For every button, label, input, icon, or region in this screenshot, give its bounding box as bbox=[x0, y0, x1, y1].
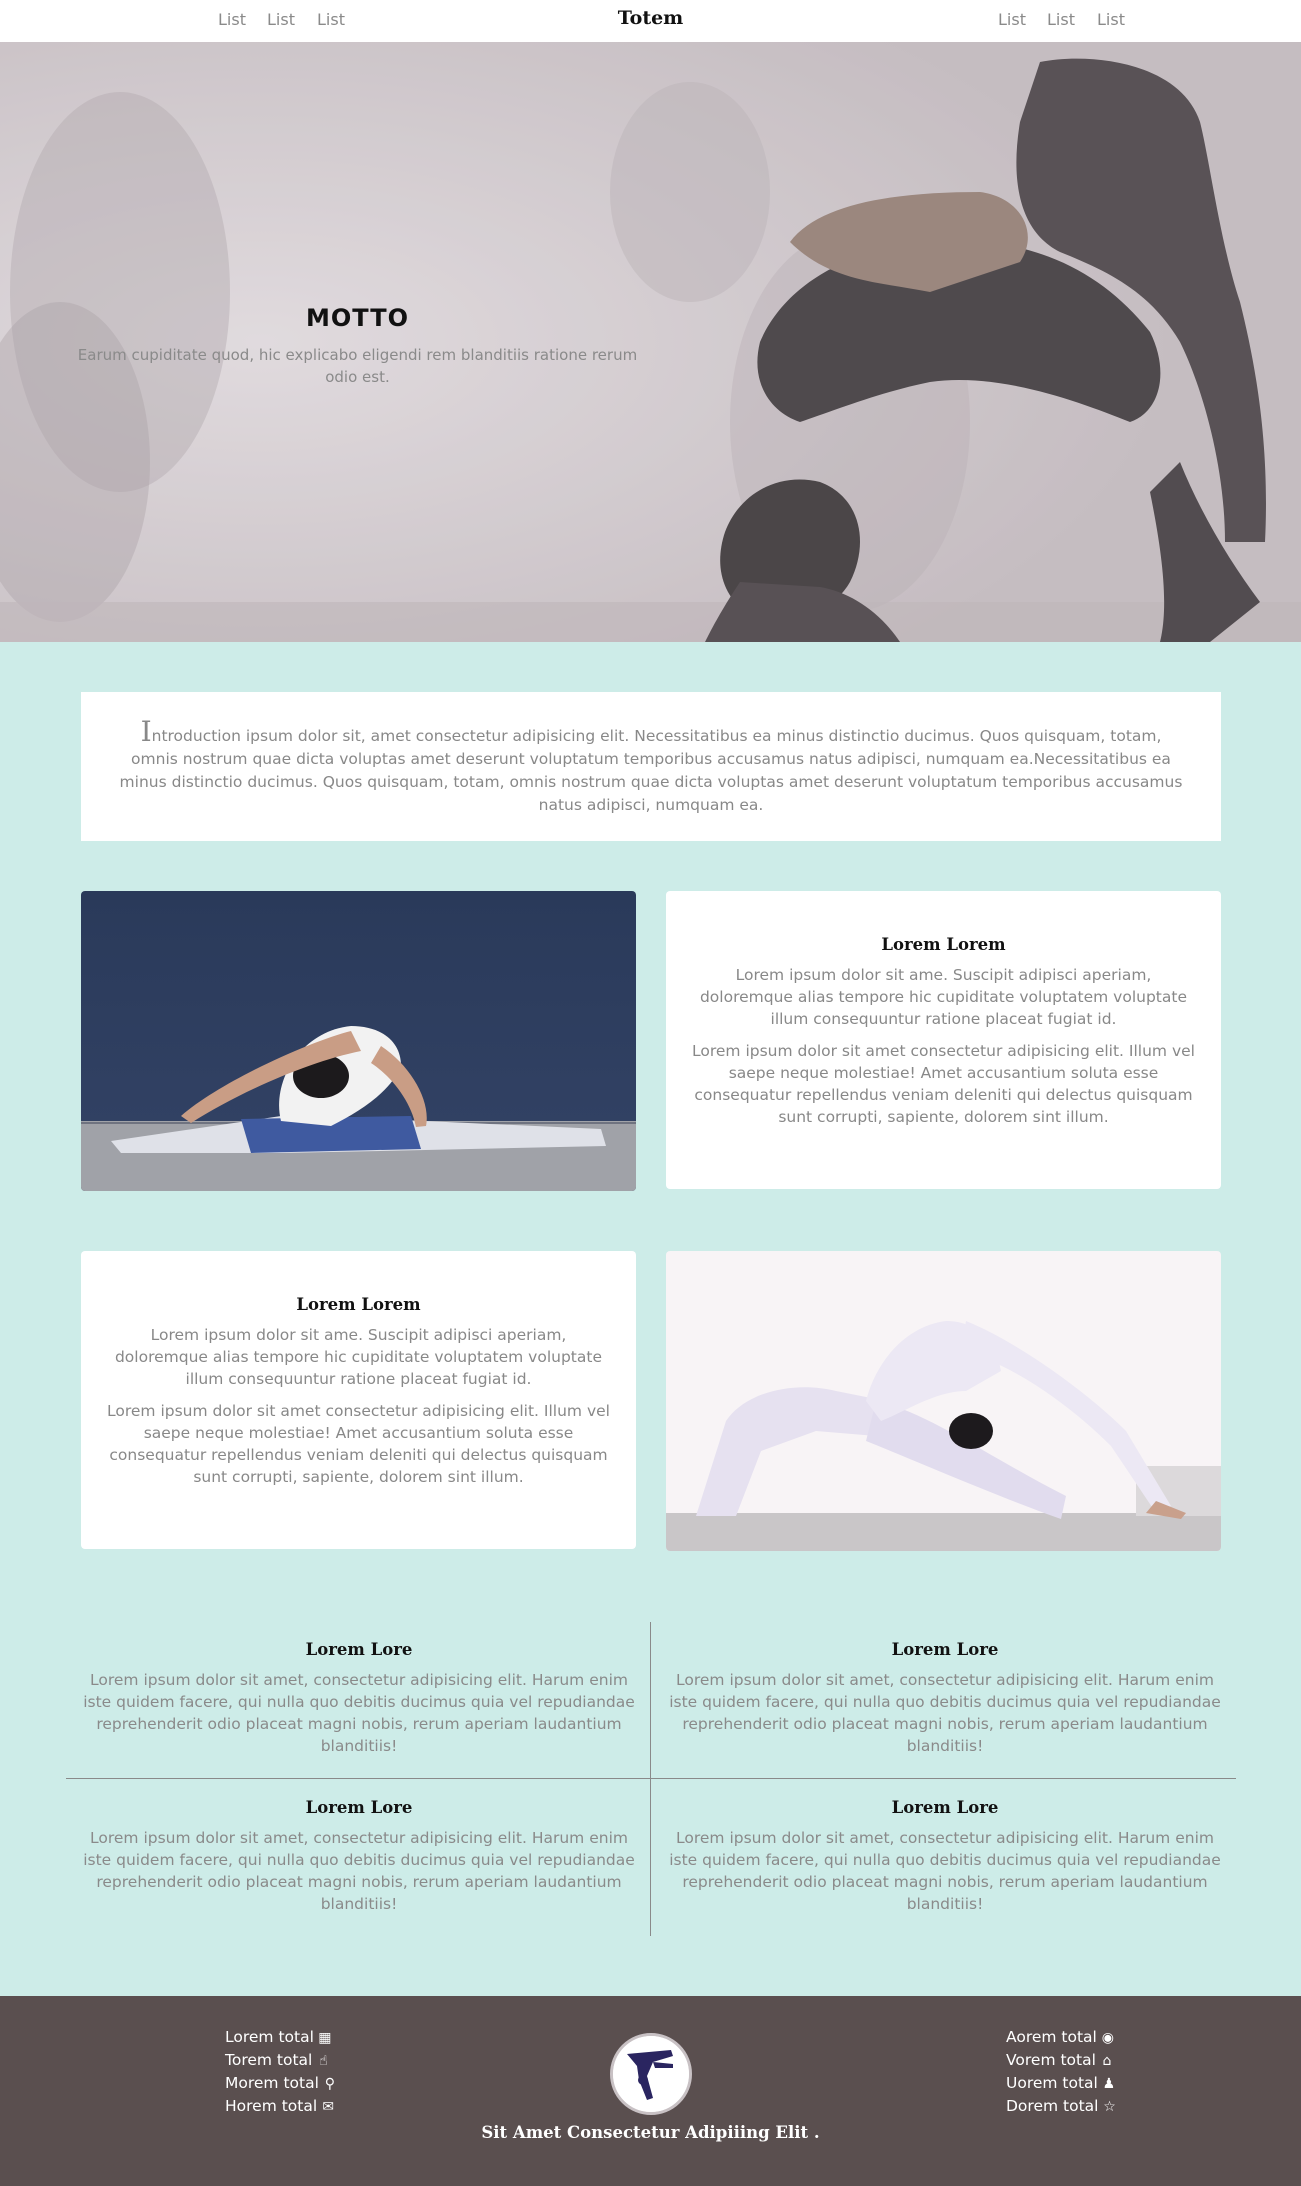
feature-card-2: Lorem Lorem Lorem ipsum dolor sit ame. S… bbox=[81, 1251, 636, 1549]
grid-title-3: Lorem Lore bbox=[305, 1798, 413, 1817]
intro-text: ntroduction ipsum dolor sit, amet consec… bbox=[119, 727, 1183, 814]
feature-paragraph-1b: Lorem ipsum dolor sit amet consectetur a… bbox=[692, 1042, 1195, 1126]
grid-text-1: Lorem ipsum dolor sit amet, consectetur … bbox=[83, 1671, 635, 1755]
grid-cell-4: Lorem Lore Lorem ipsum dolor sit amet, c… bbox=[662, 1798, 1228, 1915]
calendar-icon: ▦ bbox=[318, 2030, 332, 2046]
grid-cell-3: Lorem Lore Lorem ipsum dolor sit amet, c… bbox=[76, 1798, 642, 1915]
camera-icon: ◉ bbox=[1101, 2030, 1114, 2046]
grid-text-2: Lorem ipsum dolor sit amet, consectetur … bbox=[669, 1671, 1221, 1755]
footer-link-vorem[interactable]: Vorem total ⌂ bbox=[1006, 2049, 1117, 2072]
footer-link-label: Dorem total bbox=[1006, 2097, 1099, 2115]
grid-divider-vertical bbox=[650, 1622, 651, 1936]
footer-link-label: Horem total bbox=[225, 2097, 318, 2115]
footer-logo[interactable] bbox=[610, 2033, 692, 2115]
footer-link-lorem[interactable]: Lorem total ▦ bbox=[225, 2026, 338, 2049]
footer-link-label: Vorem total bbox=[1006, 2051, 1096, 2069]
footer-link-aorem[interactable]: Aorem total ◉ bbox=[1006, 2026, 1117, 2049]
footer-link-torem[interactable]: Torem total ☝ bbox=[225, 2049, 338, 2072]
feature-paragraph-2a: Lorem ipsum dolor sit ame. Suscipit adip… bbox=[114, 1326, 603, 1388]
footer-link-label: Aorem total bbox=[1006, 2028, 1097, 2046]
envelope-icon: ✉ bbox=[322, 2099, 335, 2115]
hero-subtitle: Earum cupiditate quod, hic explicabo eli… bbox=[77, 346, 638, 386]
feature-paragraph-2b: Lorem ipsum dolor sit amet consectetur a… bbox=[107, 1402, 610, 1486]
yoga-splits-photo bbox=[81, 891, 636, 1191]
star-icon: ☆ bbox=[1103, 2099, 1116, 2115]
footer-link-morem[interactable]: Morem total ⚲ bbox=[225, 2072, 338, 2095]
grid-cell-2: Lorem Lore Lorem ipsum dolor sit amet, c… bbox=[662, 1640, 1228, 1757]
intro-dropcap: I bbox=[140, 715, 152, 748]
feature-paragraph-1a: Lorem ipsum dolor sit ame. Suscipit adip… bbox=[699, 966, 1188, 1028]
user-icon: ♟ bbox=[1102, 2076, 1116, 2092]
footer-list-left: Lorem total ▦ Torem total ☝ Morem total ⚲ H… bbox=[225, 2026, 338, 2118]
nav-link-right-1[interactable]: List bbox=[998, 10, 1026, 29]
grid-text-3: Lorem ipsum dolor sit amet, consectetur … bbox=[83, 1829, 635, 1913]
intro-card: Introduction ipsum dolor sit, amet conse… bbox=[81, 692, 1221, 841]
hero-text-block: MOTTO Earum cupiditate quod, hic explica… bbox=[60, 304, 655, 388]
yoga-logo-icon bbox=[613, 2036, 689, 2112]
footer-link-uorem[interactable]: Uorem total ♟ bbox=[1006, 2072, 1117, 2095]
feature-title-2: Lorem Lorem bbox=[296, 1295, 421, 1314]
search-icon: ⚲ bbox=[324, 2076, 336, 2092]
hero-title: MOTTO bbox=[306, 304, 409, 332]
top-nav: List List List Totem List List List bbox=[0, 0, 1301, 42]
grid-title-4: Lorem Lore bbox=[891, 1798, 999, 1817]
footer-list-right: Aorem total ◉ Vorem total ⌂ Uorem total ♟ D… bbox=[1006, 2026, 1117, 2118]
feature-card-1: Lorem Lorem Lorem ipsum dolor sit ame. S… bbox=[666, 891, 1221, 1189]
grid-cell-1: Lorem Lore Lorem ipsum dolor sit amet, c… bbox=[76, 1640, 642, 1757]
nav-link-right-3[interactable]: List bbox=[1097, 10, 1125, 29]
footer-link-label: Torem total bbox=[225, 2051, 313, 2069]
yoga-bend-photo bbox=[666, 1251, 1221, 1551]
footer-link-label: Morem total bbox=[225, 2074, 319, 2092]
grid-title-2: Lorem Lore bbox=[891, 1640, 999, 1659]
footer-tagline: Sit Amet Consectetur Adipiiing Elit . bbox=[481, 2123, 820, 2142]
footer: Lorem total ▦ Torem total ☝ Morem total ⚲ H… bbox=[0, 1996, 1301, 2186]
footer-link-label: Uorem total bbox=[1006, 2074, 1098, 2092]
grid-text-4: Lorem ipsum dolor sit amet, consectetur … bbox=[669, 1829, 1221, 1913]
nav-link-right-2[interactable]: List bbox=[1047, 10, 1075, 29]
grid-title-1: Lorem Lore bbox=[305, 1640, 413, 1659]
feature-title-1: Lorem Lorem bbox=[881, 935, 1006, 954]
footer-link-dorem[interactable]: Dorem total ☆ bbox=[1006, 2095, 1117, 2118]
thumbs-up-icon: ☝ bbox=[319, 2053, 328, 2069]
hero-banner: MOTTO Earum cupiditate quod, hic explica… bbox=[0, 42, 1301, 642]
grid-divider-horizontal bbox=[66, 1778, 1236, 1779]
info-grid: Lorem Lore Lorem ipsum dolor sit amet, c… bbox=[66, 1622, 1236, 1936]
footer-link-label: Lorem total bbox=[225, 2028, 314, 2046]
footer-link-horem[interactable]: Horem total ✉ bbox=[225, 2095, 338, 2118]
home-icon: ⌂ bbox=[1102, 2053, 1112, 2069]
